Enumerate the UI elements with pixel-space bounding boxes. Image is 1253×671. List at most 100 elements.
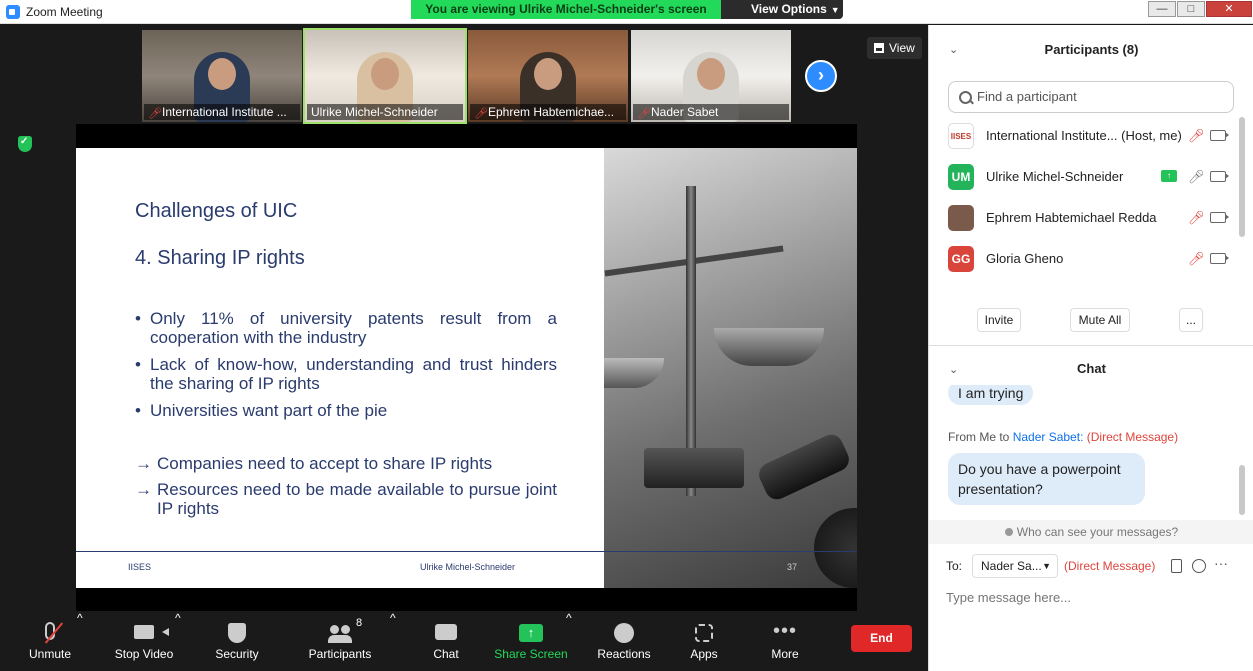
video-icon[interactable] (1210, 130, 1229, 141)
participants-more-button[interactable]: ... (1179, 308, 1203, 332)
scales-of-justice-image (604, 148, 857, 588)
chat-message-input[interactable] (946, 587, 1236, 607)
share-screen-label: Share Screen (494, 647, 568, 661)
video-area: 🎤︎ International Institute ... Ulrike Mic… (5, 25, 928, 611)
mic-icon[interactable]: 🎤︎ (1188, 169, 1205, 185)
avatar: UM (948, 164, 974, 190)
direct-message-label: (Direct Message) (1064, 559, 1156, 573)
video-icon[interactable] (1210, 253, 1229, 264)
video-options-caret-icon[interactable]: ^ (175, 611, 181, 671)
slide-bullet: Universities want part of the pie (135, 401, 557, 420)
participant-list: IISES International Institute... (Host, … (929, 121, 1239, 291)
participants-button[interactable]: 8 Participants (302, 611, 378, 671)
apps-button[interactable]: Apps (680, 611, 728, 671)
thumbnail-nameplate: 🎤︎ Ephrem Habtemichae... (470, 104, 626, 120)
next-page-arrow-icon[interactable]: › (805, 60, 837, 92)
invite-button[interactable]: Invite (977, 308, 1021, 332)
video-thumbnail[interactable]: 🎤︎ International Institute ... (142, 30, 302, 122)
mic-off-icon: 🎤︎ (148, 108, 162, 120)
audio-options-caret-icon[interactable]: ^ (77, 611, 83, 671)
participants-count: 8 (356, 617, 363, 629)
chat-messages: I am trying From Me to Nader Sabet: (Dir… (929, 385, 1239, 517)
message-recipient[interactable]: Nader Sabet: (1013, 430, 1084, 444)
participants-options-caret-icon[interactable]: ^ (390, 611, 396, 671)
participant-name: International Institute... (Host, me) (986, 128, 1182, 143)
view-button[interactable]: View (867, 37, 922, 59)
video-icon[interactable] (1210, 171, 1229, 182)
video-thumbnail[interactable]: 🎤︎ Nader Sabet (631, 30, 791, 122)
mic-muted-icon[interactable]: 🎤︎ (1188, 251, 1205, 267)
window-title: Zoom Meeting (26, 5, 103, 19)
view-options-button[interactable]: View Options ▼ (721, 0, 843, 19)
unmute-button[interactable]: Unmute (20, 611, 80, 671)
participant-name: Ephrem Habtemichael Redda (986, 210, 1157, 225)
participants-icon (328, 625, 352, 643)
slide-subtitle: 4. Sharing IP rights (135, 247, 305, 269)
participant-row[interactable]: UM Ulrike Michel-Schneider ↑ 🎤︎ (929, 157, 1239, 197)
emoji-icon[interactable] (1192, 559, 1206, 573)
thumbnail-name: Ephrem Habtemichae... (488, 105, 615, 119)
scale-pan (714, 328, 824, 366)
participant-name: Gloria Gheno (986, 251, 1064, 266)
video-thumbnail[interactable]: 🎤︎ Ephrem Habtemichae... (468, 30, 628, 122)
mute-all-button[interactable]: Mute All (1070, 308, 1130, 332)
direct-message-tag: (Direct Message) (1086, 430, 1179, 444)
video-icon[interactable] (1210, 212, 1229, 223)
maximize-button[interactable]: □ (1177, 1, 1205, 17)
participant-search-input[interactable]: Find a participant (948, 81, 1234, 113)
chat-button[interactable]: Chat (420, 611, 472, 671)
participants-scrollbar[interactable] (1239, 117, 1245, 237)
encryption-shield-icon[interactable] (18, 136, 32, 152)
chat-bubble-icon (435, 624, 457, 640)
mic-off-icon: 🎤︎ (637, 108, 651, 120)
apps-label: Apps (690, 647, 718, 661)
minimize-button[interactable]: — (1148, 1, 1176, 17)
apps-icon (695, 624, 713, 642)
participant-row[interactable]: GG Gloria Gheno 🎤︎ (929, 239, 1239, 279)
share-screen-button[interactable]: ↑ Share Screen (490, 611, 572, 671)
avatar: IISES (948, 123, 974, 149)
mic-muted-icon[interactable]: 🎤︎ (1188, 128, 1205, 144)
chat-label: Chat (433, 647, 459, 661)
share-options-caret-icon[interactable]: ^ (566, 611, 572, 671)
video-thumbnail-active-speaker[interactable]: Ulrike Michel-Schneider (303, 28, 467, 124)
who-can-see-label: Who can see your messages? (1016, 525, 1179, 539)
thumbnail-name: Nader Sabet (651, 105, 719, 119)
view-button-label: View (889, 41, 915, 55)
stop-video-button[interactable]: Stop Video (108, 611, 180, 671)
mic-off-icon: 🎤︎ (474, 108, 488, 120)
side-panel: ⌄ Participants (8) Find a participant II… (928, 25, 1253, 671)
slide-bullet: Only 11% of university patents result fr… (135, 309, 557, 347)
participants-title: Participants (8) (1044, 42, 1139, 57)
thumbnail-name: International Institute ... (162, 105, 287, 119)
shared-screen: Challenges of UIC 4. Sharing IP rights O… (76, 124, 857, 611)
recipient-select[interactable]: Nader Sa... ▼ (972, 554, 1058, 578)
mic-muted-icon[interactable]: 🎤︎ (1188, 210, 1205, 226)
participant-row[interactable]: IISES International Institute... (Host, … (929, 121, 1239, 156)
participant-name: Ulrike Michel-Schneider (986, 169, 1124, 184)
close-button[interactable]: ✕ (1206, 1, 1252, 17)
who-can-see-messages[interactable]: Who can see your messages? (929, 520, 1253, 544)
from-prefix: From Me to (948, 430, 1010, 444)
security-shield-icon (228, 623, 246, 643)
reactions-button[interactable]: Reactions (592, 611, 656, 671)
slide-number: 37 (787, 562, 798, 572)
file-attach-icon[interactable] (1171, 559, 1182, 573)
reactions-emoji-icon (614, 623, 634, 643)
microphone-muted-icon (45, 622, 55, 640)
more-button[interactable]: ••• More (760, 611, 810, 671)
security-label: Security (215, 647, 259, 661)
chat-scrollbar[interactable] (1239, 465, 1245, 515)
person-icon (1004, 528, 1013, 536)
chat-more-icon[interactable]: ··· (1214, 555, 1228, 571)
end-meeting-button[interactable]: End (851, 625, 912, 652)
reactions-label: Reactions (597, 647, 651, 661)
stop-video-label: Stop Video (114, 647, 174, 661)
participants-label: Participants (308, 647, 372, 661)
security-button[interactable]: Security (206, 611, 268, 671)
presentation-slide: Challenges of UIC 4. Sharing IP rights O… (76, 148, 857, 588)
avatar: GG (948, 246, 974, 272)
unmute-label: Unmute (28, 647, 72, 661)
more-label: More (771, 647, 799, 661)
participant-row[interactable]: Ephrem Habtemichael Redda 🎤︎ (929, 198, 1239, 238)
